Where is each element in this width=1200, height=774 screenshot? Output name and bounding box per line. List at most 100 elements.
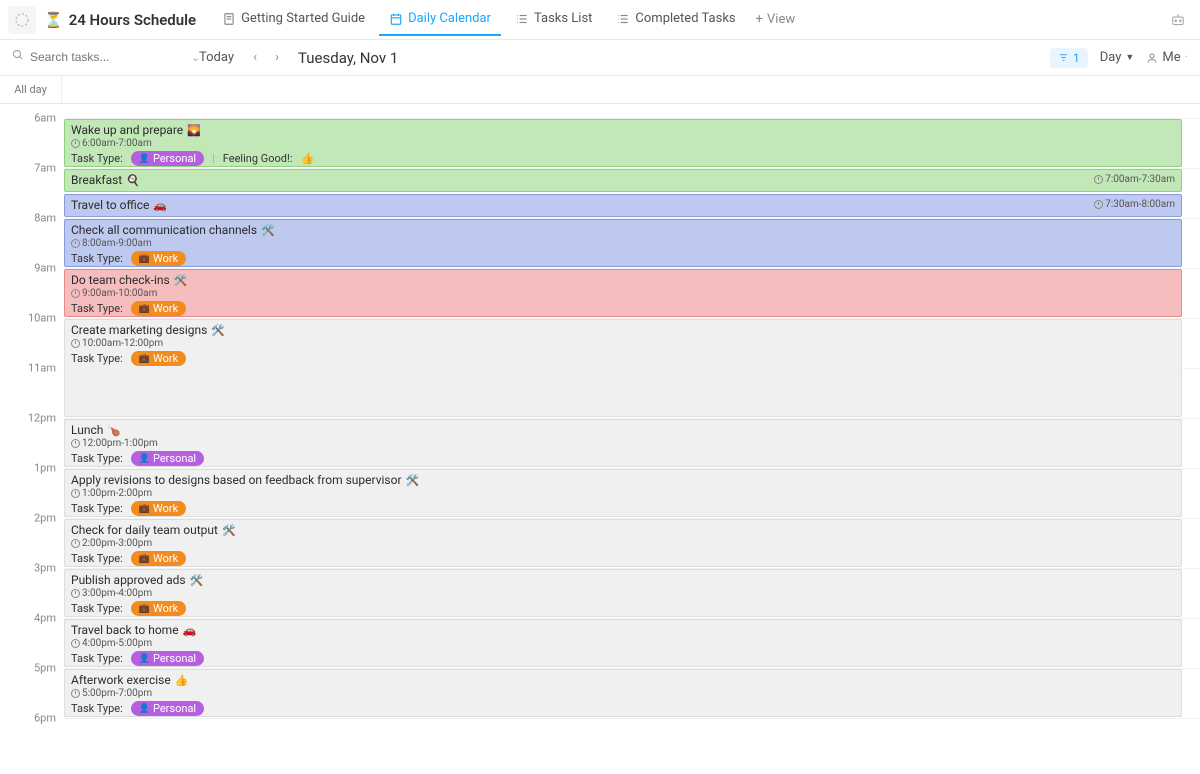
task-type-label: Task Type: — [71, 652, 123, 665]
calendar-body: 6am7am8am9am10am11am12pm1pm2pm3pm4pm5pm6… — [0, 104, 1200, 774]
calendar-event[interactable]: Check all communication channels 🛠️8:00a… — [64, 219, 1182, 267]
calendar-event[interactable]: Travel to office 🚗 7:30am-8:00am — [64, 194, 1182, 217]
me-filter-button[interactable]: Me · — [1146, 50, 1188, 65]
tab-getting-started-guide[interactable]: Getting Started Guide — [212, 3, 375, 36]
events-grid[interactable]: Wake up and prepare 🌄6:00am-7:00amTask T… — [62, 104, 1200, 774]
clock-icon — [1094, 200, 1103, 209]
calendar-event[interactable]: Check for daily team output 🛠️ 2:00pm-3:0… — [64, 519, 1182, 567]
clock-icon — [71, 639, 80, 648]
event-time: 1:00pm-2:00pm — [82, 488, 152, 499]
event-title: Afterwork exercise — [71, 673, 171, 687]
event-time: 3:00pm-4:00pm — [82, 588, 152, 599]
calendar-event[interactable]: Lunch 🍗12:00pm-1:00pmTask Type:👤Personal — [64, 419, 1182, 467]
calendar-event[interactable]: Apply revisions to designs based on feed… — [64, 469, 1182, 517]
task-type-label: Task Type: — [71, 302, 123, 315]
top-bar: ⏳ 24 Hours Schedule Getting Started Guid… — [0, 0, 1200, 40]
next-day-button[interactable]: › — [268, 49, 286, 67]
allday-row: All day — [0, 76, 1200, 104]
calendar-event[interactable]: Travel back to home 🚗4:00pm-5:00pmTask T… — [64, 619, 1182, 667]
calendar-event[interactable]: Create marketing designs 🛠️10:00am-12:00… — [64, 319, 1182, 417]
hour-label: 12pm — [28, 412, 56, 425]
event-emoji-icon: 🛠️ — [174, 274, 188, 287]
task-type-label: Task Type: — [71, 502, 123, 515]
calendar-event[interactable]: Breakfast 🍳7:00am-7:30am — [64, 169, 1182, 192]
page-title[interactable]: ⏳ 24 Hours Schedule — [44, 11, 196, 29]
tab-completed-tasks[interactable]: Completed Tasks — [606, 3, 745, 36]
event-time: 8:00am-9:00am — [82, 238, 152, 249]
event-emoji-icon: 🛠️ — [222, 524, 236, 537]
tab-label: Daily Calendar — [408, 11, 491, 26]
hourglass-icon: ⏳ — [44, 11, 63, 29]
hour-label: 8am — [34, 212, 56, 225]
task-type-label: Task Type: — [71, 152, 123, 165]
event-emoji-icon: 🛠️ — [261, 224, 275, 237]
event-emoji-icon: 🚗 — [153, 199, 167, 212]
badge-icon: 💼 — [139, 354, 150, 364]
add-view-label: View — [767, 12, 795, 27]
view-tabs: Getting Started Guide Daily Calendar Tasks… — [212, 3, 746, 36]
event-title: Travel to office — [71, 198, 149, 212]
filter-button[interactable]: 1 — [1050, 48, 1088, 68]
event-time: 6:00am-7:00am — [82, 138, 152, 149]
tab-label: Tasks List — [534, 11, 592, 26]
calendar-icon — [389, 12, 403, 26]
clock-icon — [71, 439, 80, 448]
calendar-event[interactable]: Afterwork exercise 👍5:00pm-7:00pmTask Ty… — [64, 669, 1182, 717]
task-type-label: Task Type: — [71, 602, 123, 615]
prev-day-button[interactable]: ‹ — [246, 49, 264, 67]
event-title: Travel back to home — [71, 623, 179, 637]
allday-lane[interactable] — [62, 76, 1200, 103]
event-title: Wake up and prepare — [71, 123, 183, 137]
calendar-event[interactable]: Wake up and prepare 🌄6:00am-7:00amTask T… — [64, 119, 1182, 167]
event-time: 7:30am-8:00am — [1105, 199, 1175, 210]
add-view-button[interactable]: + View — [746, 4, 806, 35]
task-type-label: Task Type: — [71, 702, 123, 715]
badge-icon: 👤 — [139, 704, 150, 714]
tab-daily-calendar[interactable]: Daily Calendar — [379, 3, 501, 36]
badge-icon: 👤 — [139, 154, 150, 164]
calendar-event[interactable]: Publish approved ads 🛠️3:00pm-4:00pmTask… — [64, 569, 1182, 617]
hour-label: 10am — [28, 312, 56, 325]
event-time: 5:00pm-7:00pm — [82, 688, 152, 699]
event-time: 2:00pm-3:00pm — [82, 538, 152, 549]
task-type-label: Task Type: — [71, 552, 123, 565]
calendar-toolbar: ⌄ Today ‹ › Tuesday, Nov 1 1 Day ▼ Me · — [0, 40, 1200, 76]
today-button[interactable]: Today — [199, 50, 234, 65]
date-nav: ‹ › — [246, 49, 286, 67]
badge-icon: 💼 — [139, 304, 150, 314]
tab-tasks-list[interactable]: Tasks List — [505, 3, 602, 36]
clock-icon — [71, 139, 80, 148]
doc-icon — [222, 12, 236, 26]
tab-label: Getting Started Guide — [241, 11, 365, 26]
tab-label: Completed Tasks — [635, 11, 735, 26]
event-emoji-icon: 🛠️ — [211, 324, 225, 337]
title-text: 24 Hours Schedule — [69, 11, 196, 29]
search-input[interactable] — [30, 50, 185, 64]
event-title: Breakfast — [71, 173, 122, 187]
calendar-event[interactable]: Do team check-ins 🛠️ 9:00am-10:00am Task T… — [64, 269, 1182, 317]
event-emoji-icon: 🛠️ — [406, 474, 420, 487]
clock-icon — [71, 689, 80, 698]
list-icon — [515, 12, 529, 26]
event-title: Lunch — [71, 423, 103, 437]
task-type-badge: 💼Work — [131, 301, 186, 316]
event-title: Do team check-ins — [71, 273, 170, 287]
plus-icon: + — [756, 12, 763, 27]
event-time: 9:00am-10:00am — [82, 288, 157, 299]
task-type-badge: 👤Personal — [131, 151, 204, 166]
assistant-button[interactable] — [1164, 6, 1192, 34]
hour-label: 3pm — [34, 562, 56, 575]
event-title: Apply revisions to designs based on feed… — [71, 473, 402, 487]
task-type-label: Task Type: — [71, 252, 123, 265]
event-emoji-icon: 🛠️ — [190, 574, 204, 587]
task-type-label: Task Type: — [71, 452, 123, 465]
clock-icon — [71, 489, 80, 498]
task-type-badge: 💼Work — [131, 351, 186, 366]
app-logo[interactable] — [8, 6, 36, 34]
event-title: Check for daily team output — [71, 523, 218, 537]
hour-label: 9am — [34, 262, 56, 275]
list-icon — [616, 12, 630, 26]
event-time: 4:00pm-5:00pm — [82, 638, 152, 649]
view-mode-select[interactable]: Day ▼ — [1100, 50, 1135, 65]
badge-icon: 💼 — [139, 504, 150, 514]
